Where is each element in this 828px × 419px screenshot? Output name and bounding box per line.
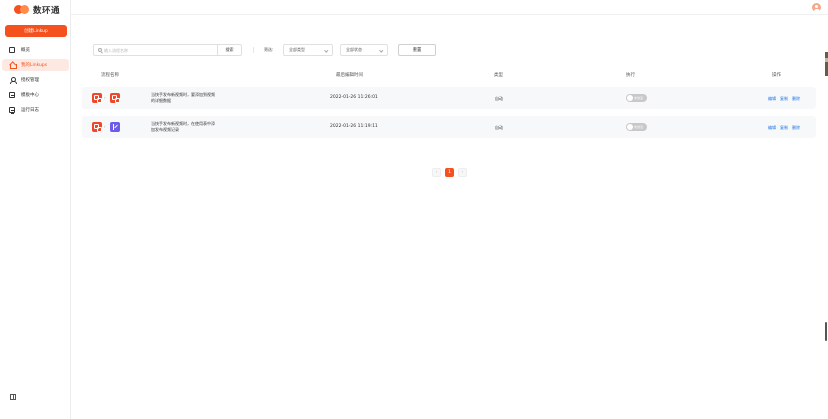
status-select-value: 全部状态 xyxy=(346,47,362,52)
toggle-knob xyxy=(627,95,633,101)
copy-link[interactable]: 复制 xyxy=(780,125,788,131)
header-name: 流程名称 xyxy=(101,73,119,78)
header-run: 执行 xyxy=(626,73,635,78)
sidebar-item-label: 授权管理 xyxy=(21,78,39,83)
arrow-right-icon: › xyxy=(104,124,106,129)
chevron-down-icon xyxy=(323,47,328,52)
header-actions: 操作 xyxy=(772,73,781,78)
edit-link[interactable]: 编辑 xyxy=(768,125,776,131)
header-edited: 最后编辑时间 xyxy=(336,73,363,78)
header-type: 类型 xyxy=(494,73,503,78)
sidebar-item-templates[interactable]: 模板中心 xyxy=(2,89,69,101)
toggle-knob xyxy=(627,124,633,130)
flow-description: 当快手发布新视频时，要添加到视频的详细数据 xyxy=(151,92,215,103)
red-app-icon xyxy=(92,93,102,103)
toggle-label: 未激活 xyxy=(634,124,644,129)
purple-app-icon xyxy=(110,122,120,132)
type-select[interactable]: 全部类型 xyxy=(283,44,333,56)
edited-time: 2022-01-26 11:26:01 xyxy=(330,95,378,100)
type-select-value: 全部类型 xyxy=(289,47,305,52)
top-bar xyxy=(71,0,828,15)
status-select[interactable]: 全部状态 xyxy=(340,44,388,56)
toggle-label: 未激活 xyxy=(634,95,644,100)
search-input[interactable] xyxy=(104,47,204,53)
row-actions: 编辑 复制 删除 xyxy=(768,96,800,102)
sidebar-item-my-linkups[interactable]: 我的Linkups xyxy=(2,59,69,71)
logo[interactable]: 数环通 xyxy=(14,4,60,16)
filter-label: 筛选: xyxy=(264,47,274,52)
copy-link[interactable]: 复制 xyxy=(780,96,788,102)
search-icon xyxy=(98,48,102,52)
collapse-sidebar-icon[interactable] xyxy=(10,394,16,400)
pagination-prev-button[interactable]: ‹ xyxy=(432,168,441,177)
flow-description: 当快手发布新视频时，在使用表中添加发布视频记录 xyxy=(151,121,215,132)
grid-icon xyxy=(9,47,15,53)
delete-link[interactable]: 删除 xyxy=(792,125,800,131)
user-icon xyxy=(9,77,17,84)
template-icon xyxy=(9,92,15,98)
home-icon xyxy=(9,62,17,69)
sidebar-item-label: 运行日志 xyxy=(21,108,39,113)
red-app-icon xyxy=(110,93,120,103)
scrollbar-thumb[interactable] xyxy=(825,322,827,341)
red-app-icon xyxy=(92,122,102,132)
sidebar-item-logs[interactable]: 运行日志 xyxy=(2,104,69,116)
sidebar-item-label: 我的Linkups xyxy=(21,63,48,68)
log-icon xyxy=(9,107,15,114)
chevron-down-icon xyxy=(378,47,383,52)
create-linkup-button[interactable]: 创建Linkup xyxy=(5,25,67,37)
table-row[interactable]: › 当快手发布新视频时，要添加到视频的详细数据 2022-01-26 11:26… xyxy=(82,87,816,109)
edited-time: 2022-01-26 11:19:11 xyxy=(330,124,378,129)
flow-type: 自动 xyxy=(495,95,503,101)
avatar[interactable] xyxy=(812,3,821,12)
run-toggle[interactable]: 未激活 xyxy=(626,123,647,131)
edit-link[interactable]: 编辑 xyxy=(768,96,776,102)
flow-type: 自动 xyxy=(495,124,503,130)
pagination-next-button[interactable]: › xyxy=(458,168,467,177)
divider xyxy=(253,47,254,53)
sidebar: 数环通 创建Linkup 概览 我的Linkups 授权管理 模板中心 运行日志 xyxy=(0,0,71,419)
search-button[interactable]: 搜索 xyxy=(217,44,242,56)
table-row[interactable]: › 当快手发布新视频时，在使用表中添加发布视频记录 2022-01-26 11:… xyxy=(82,116,816,138)
sidebar-nav: 概览 我的Linkups 授权管理 模板中心 运行日志 xyxy=(0,44,71,119)
pagination-page-1[interactable]: 1 xyxy=(445,168,454,177)
search-box xyxy=(93,44,217,56)
sidebar-item-label: 概览 xyxy=(21,48,30,53)
sidebar-item-overview[interactable]: 概览 xyxy=(2,44,69,56)
run-toggle[interactable]: 未激活 xyxy=(626,94,647,102)
sidebar-item-auth[interactable]: 授权管理 xyxy=(2,74,69,86)
arrow-right-icon: › xyxy=(104,95,106,100)
reset-button[interactable]: 重置 xyxy=(398,44,436,56)
logo-text: 数环通 xyxy=(33,6,61,16)
logo-icon xyxy=(14,5,30,15)
row-actions: 编辑 复制 删除 xyxy=(768,125,800,131)
delete-link[interactable]: 删除 xyxy=(792,96,800,102)
sidebar-item-label: 模板中心 xyxy=(21,93,39,98)
